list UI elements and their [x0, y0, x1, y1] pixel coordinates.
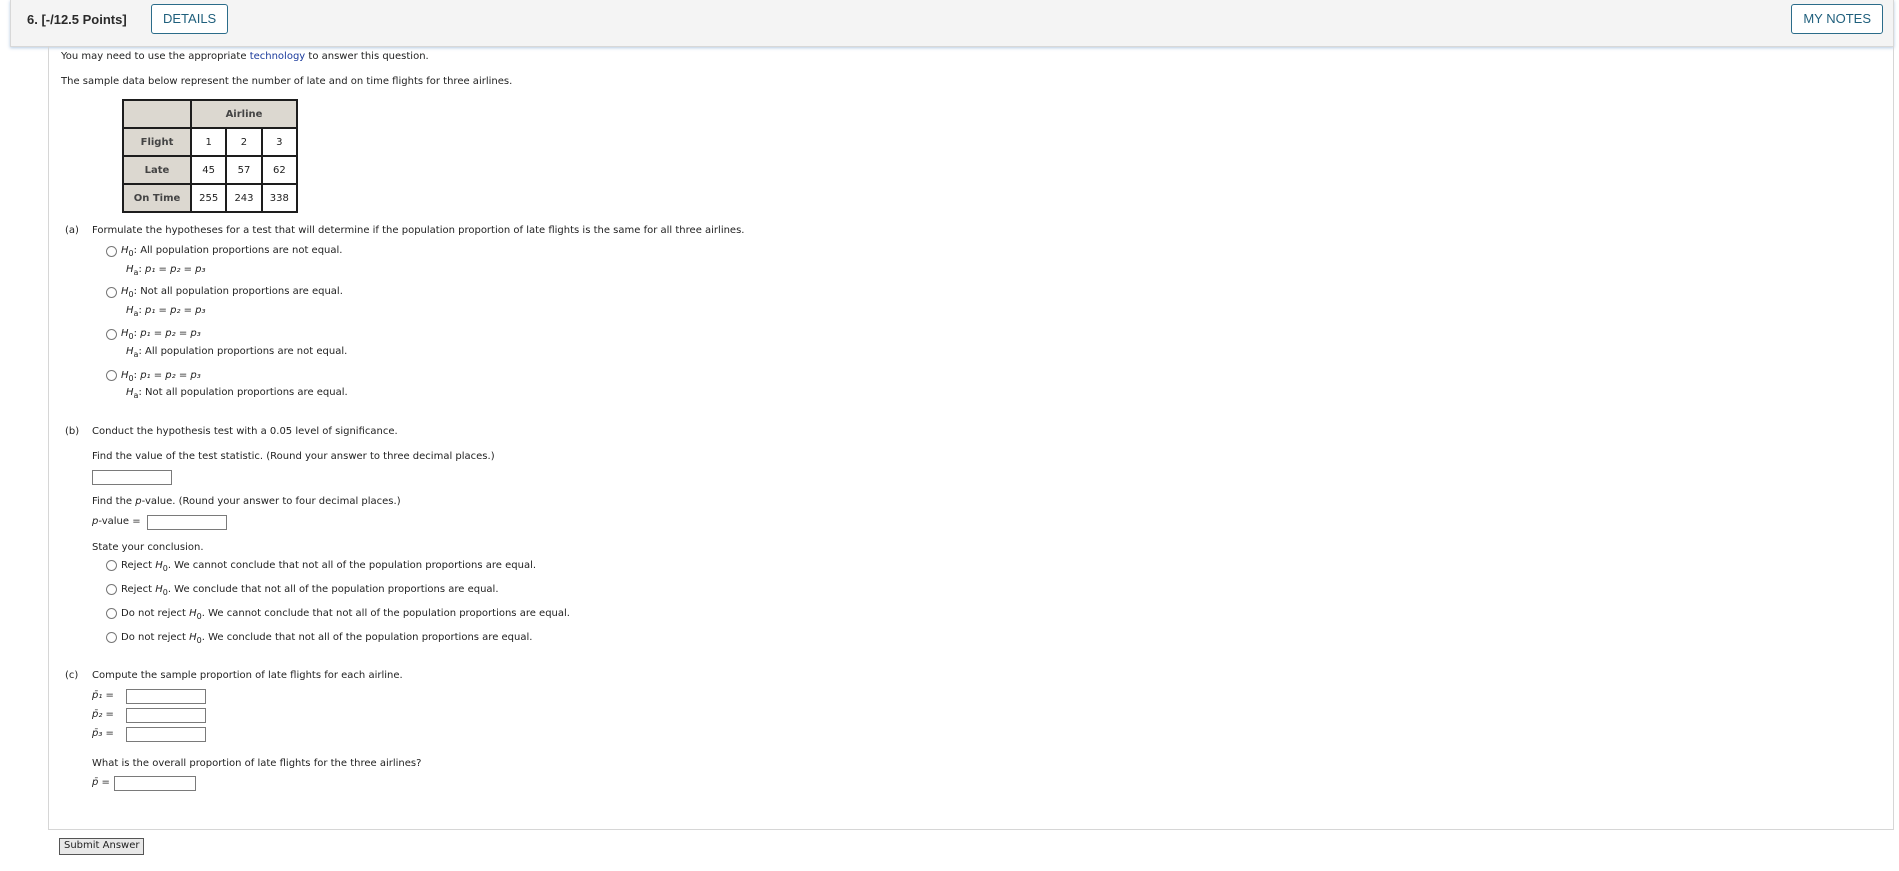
hypothesis-option-2-h0: H0: Not all population proportions are e… — [121, 286, 343, 299]
conclusion-post: . We cannot conclude that not all of the… — [167, 560, 537, 571]
p-bar-overall-label: p̄ = — [92, 777, 110, 788]
pvalue-label-rest: -value = — [98, 516, 141, 527]
conclusion-option-1-radio[interactable] — [106, 560, 117, 571]
conclusion-pre: Do not reject — [121, 632, 190, 643]
hypothesis-option-2-radio[interactable] — [106, 287, 117, 298]
p-bar-2-label: p̄₂ = — [92, 709, 114, 720]
hypothesis-option-4-h0: H0: p₁ = p₂ = p₃ — [121, 370, 201, 383]
test-statistic-prompt: Find the value of the test statistic. (R… — [92, 451, 495, 462]
overall-proportion-prompt: What is the overall proportion of late f… — [92, 758, 422, 769]
h0-text: p₁ = p₂ = p₃ — [140, 328, 201, 339]
table-cell: 57 — [225, 155, 263, 185]
hypothesis-option-3-h0: H0: p₁ = p₂ = p₃ — [121, 328, 201, 341]
ha-text: p₁ = p₂ = p₃ — [145, 305, 206, 316]
airline-group-header: Airline — [190, 99, 298, 129]
p-bar-3-label: p̄₃ = — [92, 728, 114, 739]
hypothesis-option-1-h0: H0: All population proportions are not e… — [121, 245, 343, 258]
conclusion-option-4-radio[interactable] — [106, 632, 117, 643]
h0-text: Not all population proportions are equal… — [140, 286, 343, 297]
technology-link[interactable]: technology — [250, 51, 306, 62]
conclusion-option-1-text: Reject H0. We cannot conclude that not a… — [121, 560, 537, 573]
on-time-row-label: On Time — [122, 183, 192, 213]
conclusion-post: . We conclude that not all of the popula… — [201, 632, 533, 643]
hypothesis-option-1-radio[interactable] — [106, 246, 117, 257]
airline-col-3: 3 — [260, 127, 299, 157]
part-b-label: (b) — [65, 426, 80, 437]
question-header: 6. [-/12.5 Points] DETAILS MY NOTES — [10, 0, 1894, 47]
tech-suffix: to answer this question. — [305, 51, 429, 62]
hypothesis-option-4-radio[interactable] — [106, 370, 117, 381]
pvalue-pre: Find the — [92, 496, 136, 507]
conclusion-pre: Do not reject — [121, 608, 190, 619]
table-cell: 45 — [189, 155, 228, 185]
hypothesis-option-1-ha: Ha: p₁ = p₂ = p₃ — [126, 264, 206, 277]
ha-text: p₁ = p₂ = p₃ — [145, 264, 206, 275]
hypothesis-option-4-ha: Ha: Not all population proportions are e… — [126, 387, 348, 400]
p-value-label: p-value = — [92, 516, 141, 527]
part-c-label: (c) — [65, 670, 79, 681]
p-value-input[interactable] — [147, 515, 227, 530]
p-bar-overall-input[interactable] — [114, 776, 196, 791]
airline-col-2: 2 — [225, 127, 263, 157]
table-cell: 255 — [189, 183, 228, 213]
p-value-prompt: Find the p-value. (Round your answer to … — [92, 496, 401, 507]
submit-answer-button[interactable]: Submit Answer — [59, 838, 145, 855]
test-statistic-input[interactable] — [92, 470, 172, 485]
conclusion-post: . We conclude that not all of the popula… — [167, 584, 499, 595]
hypothesis-option-2-ha: Ha: p₁ = p₂ = p₃ — [126, 305, 206, 318]
my-notes-button[interactable]: MY NOTES — [1791, 4, 1883, 34]
hypothesis-option-3-ha: Ha: All population proportions are not e… — [126, 346, 348, 359]
conclusion-prompt: State your conclusion. — [92, 542, 204, 553]
details-button[interactable]: DETAILS — [151, 4, 229, 34]
table-cell: 243 — [225, 183, 263, 213]
h0-text: All population proportions are not equal… — [140, 245, 343, 256]
part-c-prompt: Compute the sample proportion of late fl… — [92, 670, 403, 681]
ha-text: All population proportions are not equal… — [145, 346, 348, 357]
technology-note: You may need to use the appropriate tech… — [61, 51, 429, 62]
conclusion-option-2-text: Reject H0. We conclude that not all of t… — [121, 584, 499, 597]
ha-text: Not all population proportions are equal… — [145, 387, 348, 398]
conclusion-pre: Reject — [121, 584, 156, 595]
conclusion-post: . We cannot conclude that not all of the… — [201, 608, 570, 619]
hypothesis-option-3-radio[interactable] — [106, 329, 117, 340]
question-points: 6. [-/12.5 Points] — [27, 12, 127, 27]
table-cell: 62 — [260, 155, 299, 185]
data-description: The sample data below represent the numb… — [61, 76, 513, 87]
p-bar-2-input[interactable] — [126, 708, 206, 723]
h0-text: p₁ = p₂ = p₃ — [140, 370, 201, 381]
flight-row-header: Flight — [122, 127, 192, 157]
part-b-prompt: Conduct the hypothesis test with a 0.05 … — [92, 426, 398, 437]
conclusion-option-4-text: Do not reject H0. We conclude that not a… — [121, 632, 533, 645]
pvalue-post: -value. (Round your answer to four decim… — [141, 496, 401, 507]
part-a-prompt: Formulate the hypotheses for a test that… — [92, 225, 745, 236]
late-row-label: Late — [122, 155, 192, 185]
conclusion-pre: Reject — [121, 560, 156, 571]
p-bar-1-input[interactable] — [126, 689, 206, 704]
airline-col-1: 1 — [189, 127, 228, 157]
question-panel — [48, 46, 1894, 830]
p-bar-3-input[interactable] — [126, 727, 206, 742]
part-a-label: (a) — [65, 225, 79, 236]
flight-data-table: Airline Flight 1 2 3 Late 45 57 62 On Ti… — [122, 99, 299, 213]
tech-prefix: You may need to use the appropriate — [61, 51, 250, 62]
conclusion-option-2-radio[interactable] — [106, 584, 117, 595]
conclusion-option-3-radio[interactable] — [106, 608, 117, 619]
conclusion-option-3-text: Do not reject H0. We cannot conclude tha… — [121, 608, 570, 621]
table-corner — [122, 99, 192, 129]
p-bar-1-label: p̄₁ = — [92, 690, 114, 701]
table-cell: 338 — [260, 183, 299, 213]
